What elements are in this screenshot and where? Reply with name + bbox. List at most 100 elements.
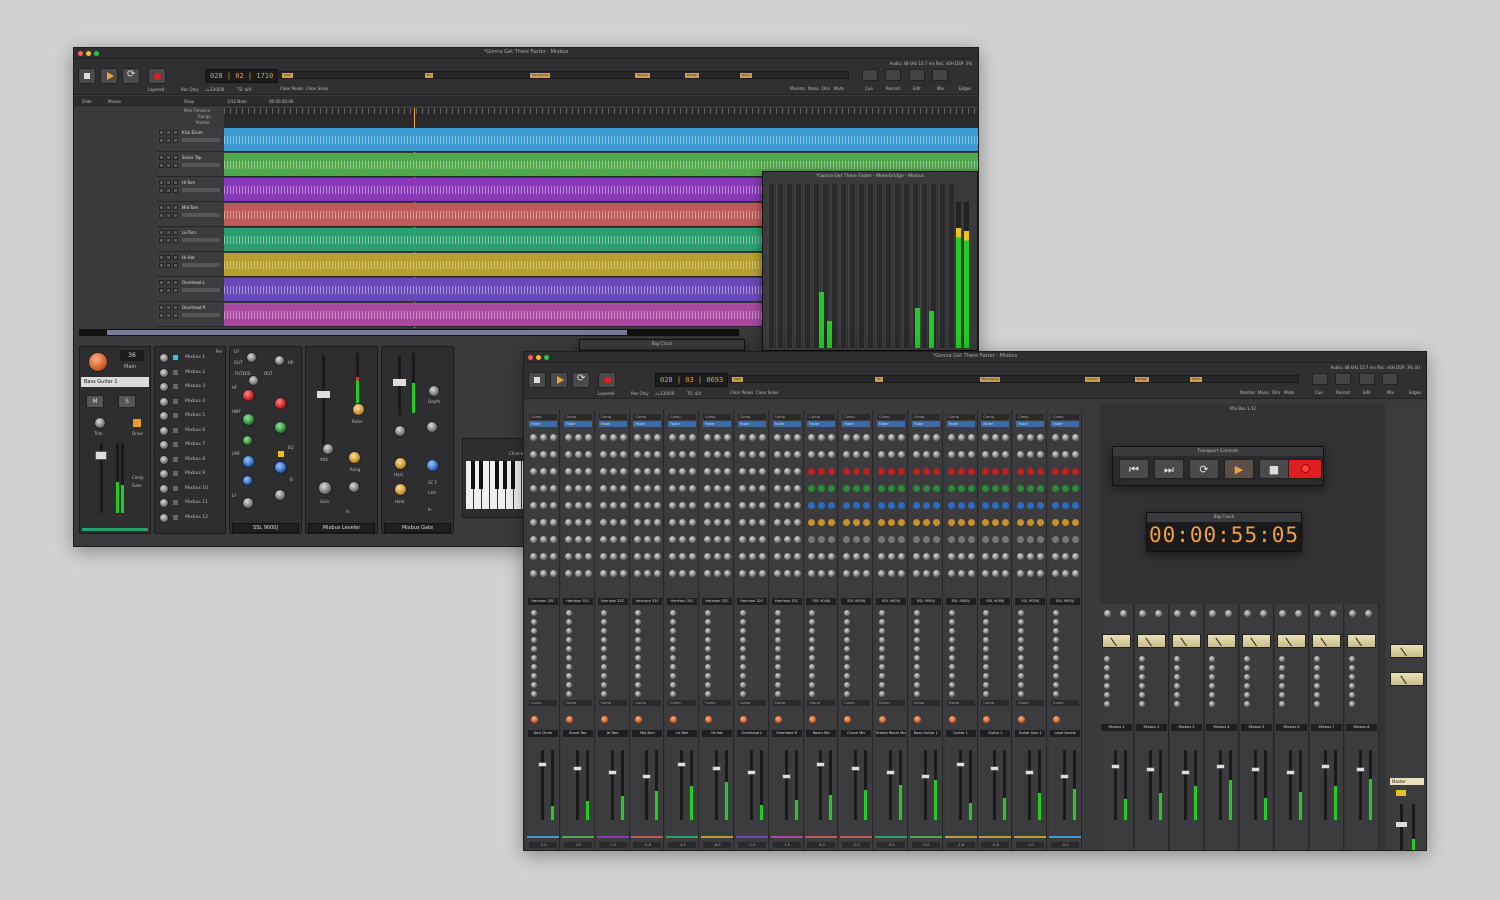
bus-send-knob[interactable] bbox=[1174, 683, 1180, 689]
bus-send-knob[interactable] bbox=[1139, 665, 1145, 671]
eq-knob[interactable] bbox=[669, 468, 677, 475]
eq-knob[interactable] bbox=[967, 536, 975, 543]
send-knob[interactable] bbox=[600, 673, 607, 679]
send-enable-toggle[interactable] bbox=[173, 485, 178, 491]
eq-knob[interactable] bbox=[828, 553, 836, 560]
hmf-gain-knob[interactable] bbox=[242, 413, 255, 426]
send-knob[interactable] bbox=[1018, 664, 1025, 670]
master-mute-button[interactable] bbox=[1396, 790, 1406, 796]
strip-gain-value[interactable]: -1.8 bbox=[946, 842, 975, 848]
eq-knob[interactable] bbox=[679, 451, 687, 458]
eq-knob[interactable] bbox=[1017, 519, 1025, 526]
plugin-slot-comp[interactable]: Comp bbox=[563, 414, 592, 420]
eq-knob[interactable] bbox=[843, 519, 851, 526]
eq-knob[interactable] bbox=[1002, 485, 1010, 492]
track-button[interactable] bbox=[159, 288, 164, 293]
eq-knob[interactable] bbox=[992, 485, 1000, 492]
plugin-slot-comp[interactable]: Comp bbox=[877, 414, 905, 420]
eq-knob[interactable] bbox=[599, 502, 607, 509]
send-enable-toggle[interactable] bbox=[173, 500, 178, 505]
mix-page-icon[interactable] bbox=[1382, 373, 1398, 385]
plugin-slot-comp[interactable]: Comp bbox=[737, 414, 766, 420]
eq-knob[interactable] bbox=[1052, 536, 1059, 543]
send-knob[interactable] bbox=[531, 637, 537, 643]
send-knob[interactable] bbox=[879, 691, 885, 697]
send-enable-toggle[interactable] bbox=[173, 413, 178, 418]
eq-knob[interactable] bbox=[584, 468, 592, 475]
send-knob[interactable] bbox=[565, 628, 572, 634]
eq-knob[interactable] bbox=[888, 570, 895, 577]
track-button[interactable] bbox=[159, 130, 164, 135]
eq-knob[interactable] bbox=[1037, 536, 1045, 543]
track-button[interactable] bbox=[173, 288, 178, 293]
send-knob[interactable] bbox=[879, 655, 885, 661]
eq-knob[interactable] bbox=[619, 451, 627, 458]
plugin-slot-fader[interactable]: Fader bbox=[1051, 421, 1079, 427]
send-knob[interactable] bbox=[565, 682, 572, 688]
eq-knob[interactable] bbox=[828, 570, 836, 577]
eq-knob[interactable] bbox=[530, 451, 537, 458]
eq-knob[interactable] bbox=[1052, 502, 1059, 509]
send-knob[interactable] bbox=[159, 469, 169, 479]
marker-chorus[interactable]: Chorus bbox=[635, 73, 650, 78]
solo-button-strip[interactable]: S bbox=[118, 395, 136, 408]
track-name[interactable]: Hi-Tom bbox=[182, 180, 195, 185]
eq-knob[interactable] bbox=[773, 485, 781, 492]
eq-knob[interactable] bbox=[704, 451, 711, 458]
eq-knob[interactable] bbox=[669, 519, 677, 526]
lp-knob[interactable] bbox=[246, 352, 257, 363]
eq-knob[interactable] bbox=[574, 536, 582, 543]
eq-knob[interactable] bbox=[738, 553, 746, 560]
hyst-knob[interactable] bbox=[394, 457, 407, 470]
eq-knob[interactable] bbox=[932, 468, 940, 475]
send-knob[interactable] bbox=[983, 610, 990, 616]
plugin-slot-fader[interactable]: Fader bbox=[598, 421, 627, 427]
comp-slot[interactable]: Comp bbox=[598, 700, 627, 706]
send-knob[interactable] bbox=[809, 646, 816, 652]
eq-knob[interactable] bbox=[714, 553, 721, 560]
eq-knob[interactable] bbox=[888, 553, 895, 560]
plugin-slot-fader[interactable]: Fader bbox=[563, 421, 592, 427]
eq-knob[interactable] bbox=[878, 553, 885, 560]
release-knob[interactable] bbox=[352, 403, 365, 416]
bus-knob[interactable] bbox=[1174, 610, 1181, 617]
comp-slot[interactable]: Comp bbox=[911, 700, 940, 706]
plugin-slot-fader[interactable]: Fader bbox=[911, 421, 940, 427]
eq-knob[interactable] bbox=[564, 570, 572, 577]
plugin-slot-fader[interactable]: Fader bbox=[981, 421, 1010, 427]
eq-knob[interactable] bbox=[599, 519, 607, 526]
eq-knob[interactable] bbox=[634, 502, 642, 509]
track-button[interactable] bbox=[166, 313, 171, 318]
fader-cap[interactable] bbox=[781, 774, 791, 779]
send-knob[interactable] bbox=[913, 691, 920, 697]
mixer-primary-clock[interactable]: 028 | 03 | 0693 bbox=[655, 373, 729, 387]
eq-knob[interactable] bbox=[540, 570, 547, 577]
send-knob[interactable] bbox=[809, 655, 816, 661]
hf-gain-knob[interactable] bbox=[242, 389, 255, 402]
eq-knob[interactable] bbox=[878, 451, 885, 458]
eq-knob[interactable] bbox=[540, 434, 547, 441]
lmf-freq-knob[interactable] bbox=[274, 461, 287, 474]
eq-knob[interactable] bbox=[599, 434, 607, 441]
eq-knob[interactable] bbox=[704, 570, 711, 577]
strip-name[interactable]: Bass Guitar 1 bbox=[910, 730, 941, 737]
eq-knob[interactable] bbox=[808, 485, 816, 492]
eq-knob[interactable] bbox=[992, 570, 1000, 577]
eq-knob[interactable] bbox=[1017, 536, 1025, 543]
eq-knob[interactable] bbox=[609, 434, 617, 441]
strip-name[interactable]: Lead Vocals bbox=[1050, 730, 1080, 737]
send-knob[interactable] bbox=[1018, 655, 1025, 661]
trim-knob[interactable] bbox=[670, 716, 678, 723]
send-knob[interactable] bbox=[948, 619, 955, 625]
comp-slot[interactable]: Comp bbox=[563, 700, 592, 706]
bus-send-knob[interactable] bbox=[1349, 665, 1355, 671]
send-knob[interactable] bbox=[1053, 628, 1059, 634]
eq-knob[interactable] bbox=[982, 485, 990, 492]
track-button[interactable] bbox=[159, 313, 164, 318]
eq-knob[interactable] bbox=[619, 519, 627, 526]
track-button[interactable] bbox=[166, 205, 171, 210]
plugin-slot-comp[interactable]: Comp bbox=[842, 414, 871, 420]
eq-knob[interactable] bbox=[1027, 485, 1035, 492]
send-knob[interactable] bbox=[844, 682, 851, 688]
eq-knob[interactable] bbox=[644, 519, 652, 526]
